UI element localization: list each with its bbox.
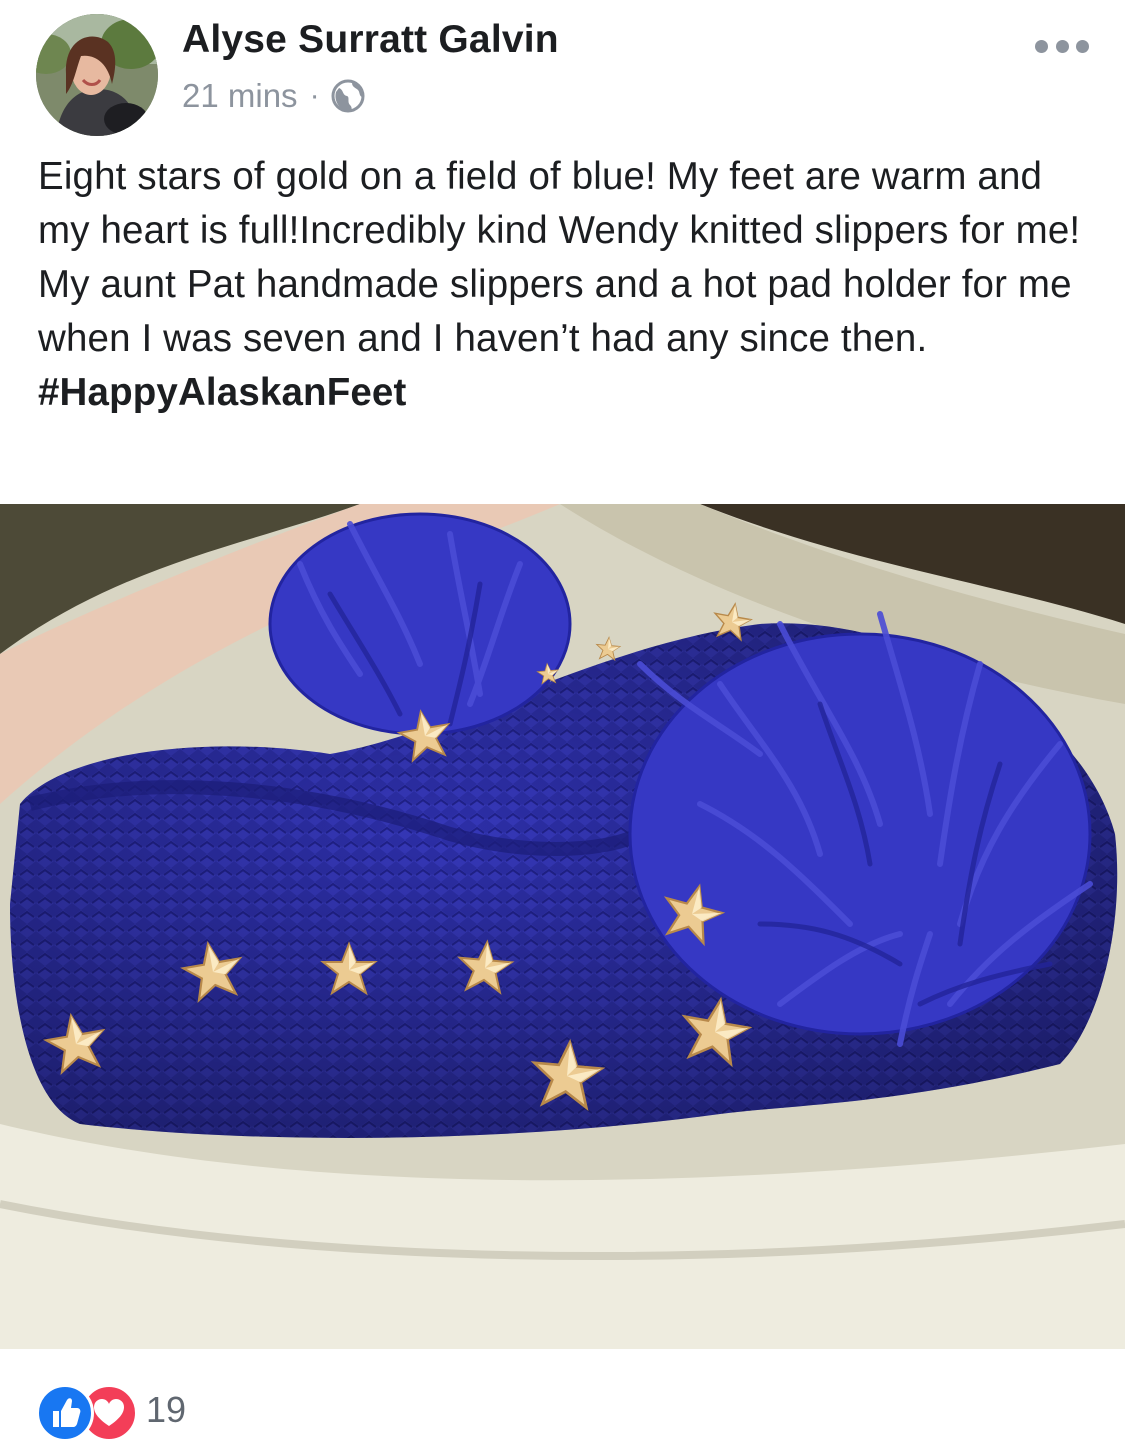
hashtag-link[interactable]: #HappyAlaskanFeet bbox=[38, 371, 406, 414]
reactions-summary[interactable]: 19 bbox=[36, 1378, 186, 1442]
avatar[interactable] bbox=[36, 14, 158, 136]
post-message-line: My aunt Pat handmade slippers and a hot … bbox=[38, 263, 1072, 414]
meta-separator: · bbox=[309, 79, 320, 112]
post-timestamp[interactable]: 21 mins bbox=[182, 77, 298, 115]
avatar-image bbox=[36, 14, 158, 136]
post-message: Eight stars of gold on a field of blue! … bbox=[38, 150, 1098, 420]
post-meta: 21 mins · bbox=[182, 74, 366, 118]
post-message-line: Eight stars of gold on a field of blue! … bbox=[38, 155, 1081, 252]
more-options-icon[interactable] bbox=[1035, 36, 1089, 56]
reaction-icons bbox=[36, 1378, 138, 1442]
like-icon bbox=[36, 1384, 94, 1442]
facebook-post: Alyse Surratt Galvin 21 mins · Eight sta… bbox=[0, 0, 1125, 1453]
knitted-slippers-photo bbox=[0, 504, 1125, 1349]
post-photo[interactable] bbox=[0, 504, 1125, 1349]
globe-icon bbox=[330, 78, 366, 114]
post-author-name[interactable]: Alyse Surratt Galvin bbox=[182, 18, 559, 62]
reaction-count[interactable]: 19 bbox=[146, 1389, 186, 1431]
